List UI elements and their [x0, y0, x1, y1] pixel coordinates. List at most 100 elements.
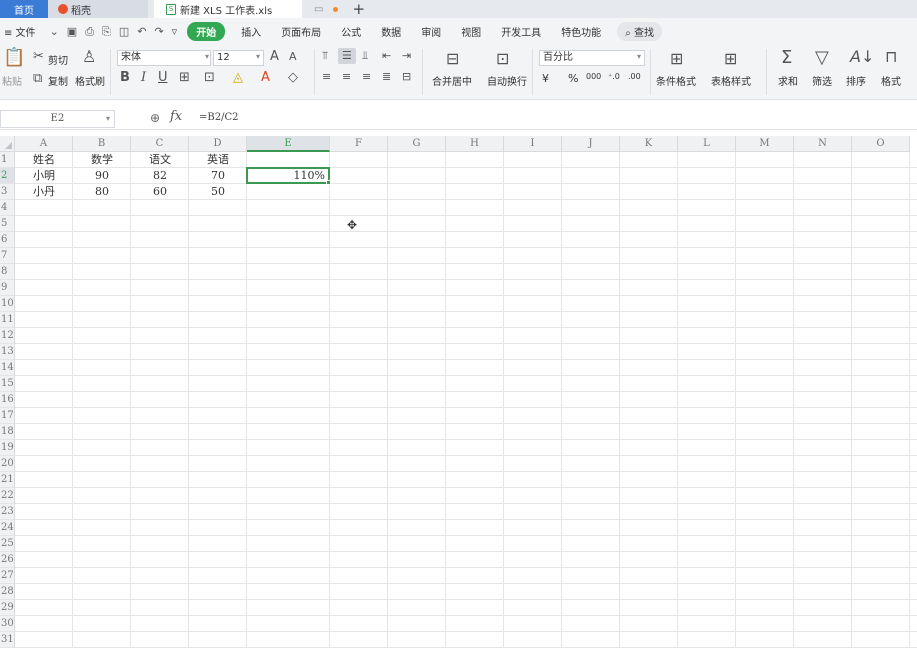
row-header-8[interactable]: 8 — [0, 264, 15, 280]
row-header-11[interactable]: 11 — [0, 312, 15, 328]
thousands-icon[interactable]: 000 — [586, 72, 601, 81]
tab-home[interactable]: 首页 — [0, 0, 48, 18]
distribute-icon[interactable]: ⊟ — [402, 70, 411, 83]
fill-pattern-icon[interactable]: ⊡ — [204, 70, 215, 85]
row-header-24[interactable]: 24 — [0, 520, 15, 536]
format-icon[interactable]: ⊓ — [885, 47, 897, 66]
cell-b3[interactable]: 80 — [73, 184, 131, 200]
align-bottom-icon[interactable]: ⫫ — [362, 49, 368, 63]
column-header-h[interactable]: H — [446, 136, 504, 152]
font-size-dropdown-icon-2[interactable]: ▾ — [256, 52, 260, 61]
name-box[interactable]: E2 ▾ — [0, 110, 115, 128]
align-right-icon[interactable]: ≡ — [362, 70, 371, 83]
align-left-icon[interactable]: ≡ — [322, 70, 331, 83]
row-header-25[interactable]: 25 — [0, 536, 15, 552]
sort-button[interactable]: 排序 — [846, 73, 866, 88]
row-header-4[interactable]: 4 — [0, 200, 15, 216]
increase-decimal-icon[interactable]: ⁺.0 — [608, 72, 620, 81]
row-header-31[interactable]: 31 — [0, 632, 15, 648]
number-format-dropdown-icon[interactable]: ▾ — [637, 52, 641, 61]
currency-icon[interactable]: ¥ — [542, 72, 549, 85]
row-header-21[interactable]: 21 — [0, 472, 15, 488]
filter-icon[interactable]: ▽ — [815, 47, 829, 68]
table-style-icon[interactable]: ⊞ — [724, 49, 737, 68]
cell-b2[interactable]: 90 — [73, 168, 131, 184]
paste-button[interactable]: 粘贴 — [2, 73, 22, 88]
column-header-j[interactable]: J — [562, 136, 620, 152]
column-header-m[interactable]: M — [736, 136, 794, 152]
row-header-27[interactable]: 27 — [0, 568, 15, 584]
tab-insert[interactable]: 插入 — [231, 24, 271, 39]
paste-icon[interactable]: 📋 — [3, 47, 25, 68]
spreadsheet-grid[interactable]: A B C D E F G H I J K L M N O 1 2 3 4 5 6 7 8 9 10 11 12 13 14 15 16 17… — [0, 136, 917, 657]
font-name-select[interactable]: 宋体 — [117, 50, 211, 66]
tab-special[interactable]: 特色功能 — [551, 24, 611, 39]
chevron-down-icon[interactable]: ▾ — [106, 111, 110, 127]
file-menu[interactable]: ≡ 文件 — [2, 24, 46, 39]
row-header-7[interactable]: 7 — [0, 248, 15, 264]
column-header-n[interactable]: N — [794, 136, 852, 152]
cell-a1[interactable]: 姓名 — [15, 152, 73, 168]
format-painter-button[interactable]: 格式刷 — [75, 73, 105, 88]
column-header-b[interactable]: B — [73, 136, 131, 152]
align-top-icon[interactable]: ⫪ — [322, 49, 328, 63]
tab-data[interactable]: 数据 — [371, 24, 411, 39]
formula-input[interactable]: =B2/C2 — [199, 112, 238, 123]
row-header-26[interactable]: 26 — [0, 552, 15, 568]
tab-docer[interactable]: 稻壳 — [48, 0, 148, 18]
selected-cell-e2[interactable]: 110% — [246, 167, 331, 185]
justify-icon[interactable]: ≣ — [382, 70, 391, 83]
wrap-text-icon[interactable]: ⊡ — [496, 49, 509, 68]
row-header-30[interactable]: 30 — [0, 616, 15, 632]
search-button[interactable]: ⌕ 查找 — [617, 22, 662, 41]
cell-c1[interactable]: 语文 — [131, 152, 189, 168]
row-header-22[interactable]: 22 — [0, 488, 15, 504]
sort-icon[interactable]: A↓ — [850, 47, 874, 66]
tab-page-layout[interactable]: 页面布局 — [271, 24, 331, 39]
row-header-20[interactable]: 20 — [0, 456, 15, 472]
cell-b1[interactable]: 数学 — [73, 152, 131, 168]
cell-c3[interactable]: 60 — [131, 184, 189, 200]
save-icon[interactable]: ▣ — [63, 25, 81, 38]
fill-color-icon[interactable]: ◬ — [233, 70, 243, 85]
cut-button[interactable]: 剪切 — [48, 52, 68, 67]
column-header-k[interactable]: K — [620, 136, 678, 152]
row-header-6[interactable]: 6 — [0, 232, 15, 248]
cell-a3[interactable]: 小丹 — [15, 184, 73, 200]
row-header-13[interactable]: 13 — [0, 344, 15, 360]
redo-icon[interactable]: ↷ — [150, 25, 167, 38]
column-header-l[interactable]: L — [678, 136, 736, 152]
column-header-e[interactable]: E — [247, 136, 330, 152]
filter-button[interactable]: 筛选 — [812, 73, 832, 88]
copy-button[interactable]: 复制 — [48, 73, 68, 88]
font-size-dropdown-icon[interactable]: ▾ — [205, 52, 209, 61]
cell-c2[interactable]: 82 — [131, 168, 189, 184]
chevron-down-icon[interactable]: ⌄ — [46, 25, 63, 38]
indent-increase-icon[interactable]: ⇥ — [402, 49, 411, 62]
row-header-2[interactable]: 2 — [0, 168, 15, 184]
tab-pin-icon[interactable]: ▭ — [314, 4, 323, 15]
column-header-g[interactable]: G — [388, 136, 446, 152]
indent-decrease-icon[interactable]: ⇤ — [382, 49, 391, 62]
row-header-14[interactable]: 14 — [0, 360, 15, 376]
conditional-format-icon[interactable]: ⊞ — [670, 49, 683, 68]
cell-d3[interactable]: 50 — [189, 184, 247, 200]
scissors-icon[interactable]: ✂ — [33, 49, 44, 64]
cell-d2[interactable]: 70 — [189, 168, 247, 184]
row-header-18[interactable]: 18 — [0, 424, 15, 440]
decrease-font-icon[interactable]: A — [289, 50, 297, 63]
tab-document[interactable]: S 新建 XLS 工作表.xls — [154, 0, 302, 18]
table-style-button[interactable]: 表格样式 — [711, 73, 751, 88]
copy-icon[interactable]: ⧉ — [33, 71, 42, 86]
tab-developer[interactable]: 开发工具 — [491, 24, 551, 39]
new-tab-button[interactable]: + — [352, 0, 365, 18]
bold-icon[interactable]: B — [120, 70, 130, 85]
row-header-15[interactable]: 15 — [0, 376, 15, 392]
tab-view[interactable]: 视图 — [451, 24, 491, 39]
row-header-9[interactable]: 9 — [0, 280, 15, 296]
insert-function-icon[interactable]: fx — [170, 109, 182, 124]
row-header-28[interactable]: 28 — [0, 584, 15, 600]
tab-home-ribbon[interactable]: 开始 — [187, 22, 226, 41]
preview-icon[interactable]: ◫ — [115, 25, 133, 38]
fill-handle[interactable] — [326, 180, 331, 185]
